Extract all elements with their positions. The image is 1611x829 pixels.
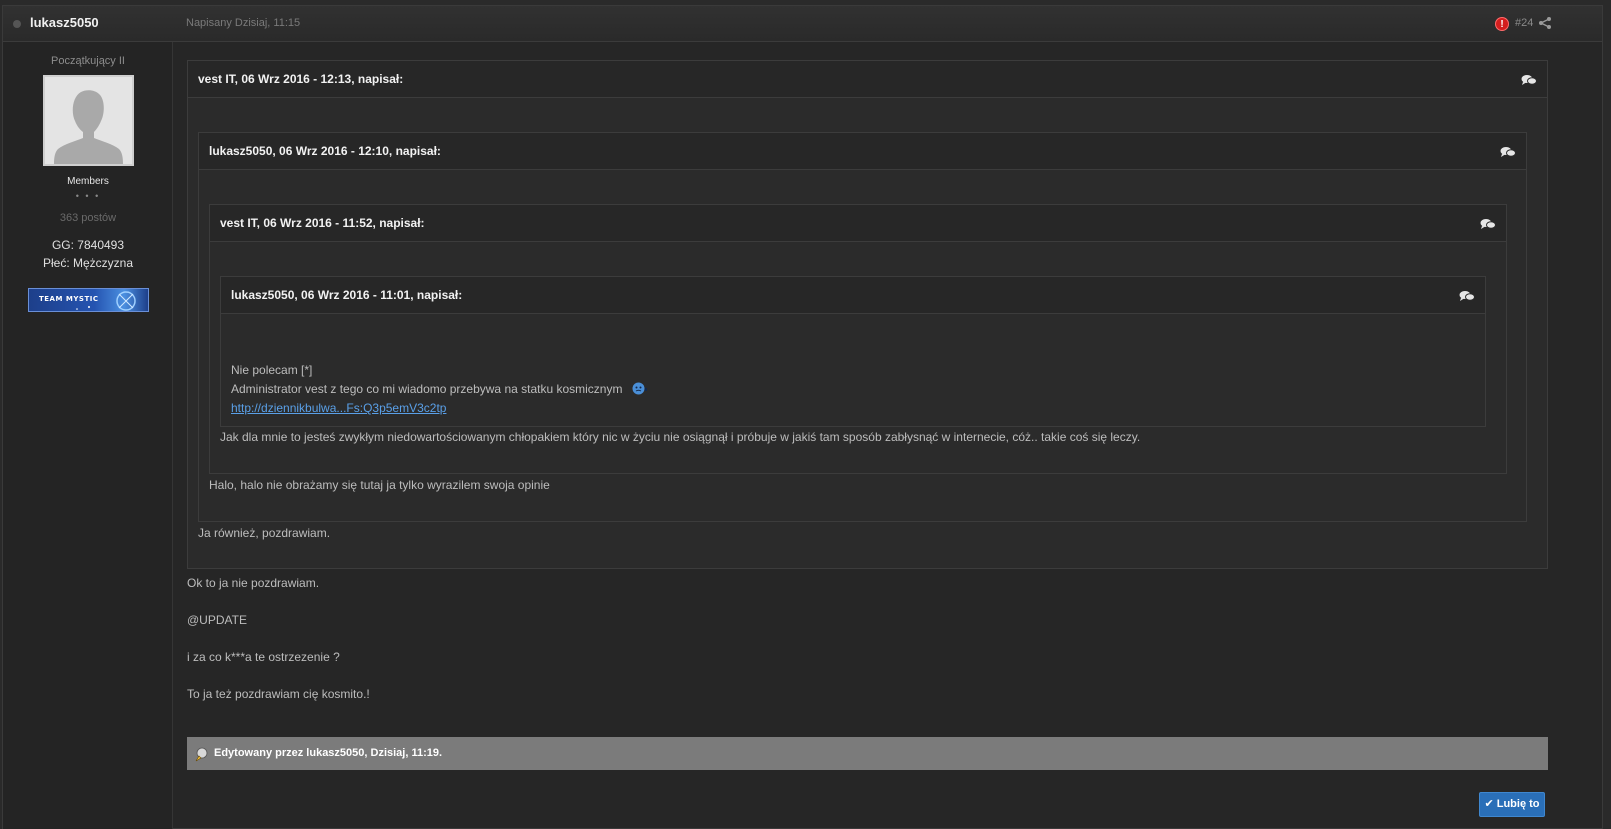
share-icon[interactable] [1538, 16, 1552, 30]
rank-pips: • • • [75, 191, 101, 201]
quote-citation-2: lukasz5050, 06 Wrz 2016 - 12:10, napisał… [209, 144, 441, 158]
external-link[interactable]: http://dziennikbulwa...Fs:Q3p5emV3c2tp [231, 401, 446, 415]
post-body-line: i za co k***a te ostrzezenie ? [187, 650, 340, 664]
offline-status-icon [13, 20, 21, 28]
edit-pencil-icon [195, 747, 208, 762]
quote-block-2: lukasz5050, 06 Wrz 2016 - 12:10, napisał… [198, 132, 1527, 522]
avatar[interactable] [43, 75, 134, 166]
member-group: Members [67, 176, 109, 187]
quote-block-4: lukasz5050, 06 Wrz 2016 - 11:01, napisał… [220, 276, 1486, 427]
quote-bubbles-icon[interactable] [1480, 218, 1496, 230]
post-body-line: Ok to ja nie pozdrawiam. [187, 576, 320, 590]
emoticon-icon [632, 382, 647, 395]
member-rank: Początkujący II [51, 55, 125, 67]
team-banner: TEAM MYSTIC [28, 288, 149, 312]
edit-notice-text: Edytowany przez lukasz5050, Dzisiaj, 11:… [214, 747, 443, 759]
report-icon[interactable]: ! [1495, 17, 1509, 31]
gg-number: GG: 7840493 [51, 238, 125, 252]
quote-header-4: lukasz5050, 06 Wrz 2016 - 11:01, napisał… [221, 277, 1485, 314]
post-header: lukasz5050 Napisany Dzisiaj, 11:15 ! #24 [3, 6, 1602, 42]
banner-text: TEAM MYSTIC [39, 295, 99, 303]
like-button[interactable]: ✔ Lubię to [1479, 792, 1545, 817]
quote-block-1: vest IT, 06 Wrz 2016 - 12:13, napisał: l… [187, 60, 1548, 569]
post-date: Napisany Dzisiaj, 11:15 [186, 17, 301, 29]
post-count: 363 postów [59, 212, 117, 224]
quote-block-3: vest IT, 06 Wrz 2016 - 11:52, napisał: l… [209, 204, 1507, 474]
quote-citation-4: lukasz5050, 06 Wrz 2016 - 11:01, napisał… [231, 288, 463, 302]
quote-bubbles-icon[interactable] [1500, 146, 1516, 158]
quote-text-line: Nie polecam [*] [231, 363, 313, 377]
quote-header-2: lukasz5050, 06 Wrz 2016 - 12:10, napisał… [199, 133, 1526, 170]
quote-reply-3: Jak dla mnie to jesteś zwykłym niedowart… [220, 430, 1141, 444]
avatar-placeholder-icon [45, 77, 132, 164]
quote-text-span: Administrator vest z tego co mi wiadomo … [231, 382, 623, 396]
quote-header-1: vest IT, 06 Wrz 2016 - 12:13, napisał: [188, 61, 1547, 98]
quote-citation-3: vest IT, 06 Wrz 2016 - 11:52, napisał: [220, 216, 425, 230]
quote-bubbles-icon[interactable] [1521, 74, 1537, 86]
quote-bubbles-icon[interactable] [1459, 290, 1475, 302]
edit-notice: Edytowany przez lukasz5050, Dzisiaj, 11:… [187, 737, 1548, 770]
quote-reply-2: Halo, halo nie obrażamy się tutaj ja tyl… [209, 478, 550, 492]
author-sidebar: Początkujący II Members • • • 363 postów… [3, 42, 173, 829]
quote-reply-1: Ja również, pozdrawiam. [198, 526, 331, 540]
post-body-line: @UPDATE [187, 613, 247, 627]
quote-header-3: vest IT, 06 Wrz 2016 - 11:52, napisał: [210, 205, 1506, 242]
post-author-name[interactable]: lukasz5050 [30, 15, 99, 30]
post-number-link[interactable]: #24 [1515, 17, 1533, 29]
quote-citation-1: vest IT, 06 Wrz 2016 - 12:13, napisał: [198, 72, 404, 86]
gender: Płeć: Mężczyzna [42, 256, 134, 270]
post-container: lukasz5050 Napisany Dzisiaj, 11:15 ! #24… [2, 5, 1603, 829]
post-body-line: To ja też pozdrawiam cię kosmito.! [187, 687, 370, 701]
quote-text-line: Administrator vest z tego co mi wiadomo … [231, 382, 647, 396]
